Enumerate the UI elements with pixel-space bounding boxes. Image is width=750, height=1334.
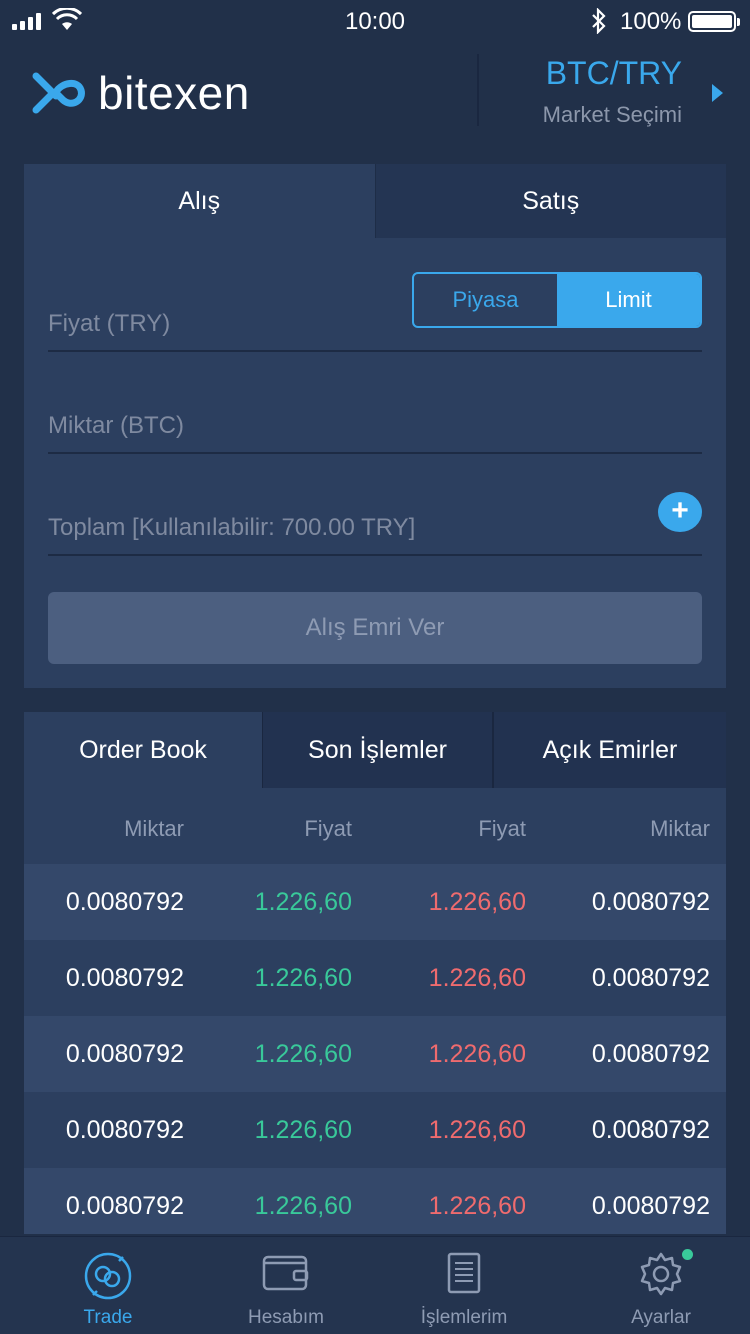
ask-amount: 0.0080792: [591, 964, 710, 992]
tab-recent-trades[interactable]: Son İşlemler: [262, 712, 492, 788]
header-divider: [477, 54, 479, 126]
column-ask-amount: Miktar: [650, 816, 710, 841]
bid-price: 1.226,60: [254, 964, 352, 992]
ask-price: 1.226,60: [428, 1192, 526, 1220]
order-book-row[interactable]: 0.0080792 1.226,60 1.226,60 0.0080792: [24, 1168, 726, 1234]
bid-price: 1.226,60: [254, 1192, 352, 1220]
bid-amount: 0.0080792: [65, 1040, 184, 1068]
battery-icon: [688, 11, 740, 32]
order-book-tabs: Order Book Son İşlemler Açık Emirler: [24, 712, 726, 788]
order-form: Alış Satış Piyasa Limit Fiyat (TRY) Mikt…: [24, 164, 726, 688]
bitexen-logo-icon: [32, 72, 85, 114]
place-buy-order-button[interactable]: Alış Emri Ver: [48, 592, 702, 664]
app-screen: 10:00 100% bitexen BTC/TRY Market Seçimi…: [0, 0, 750, 1334]
tab-account-label: Hesabım: [247, 1307, 325, 1328]
buy-sell-tabs: Alış Satış: [24, 164, 726, 238]
notification-badge: [682, 1249, 693, 1260]
ask-amount: 0.0080792: [591, 1192, 710, 1220]
ask-amount: 0.0080792: [591, 1040, 710, 1068]
chevron-right-icon[interactable]: [712, 84, 723, 102]
amount-placeholder: Miktar (BTC): [48, 412, 184, 439]
status-bar: 10:00 100%: [0, 0, 750, 42]
brand-name: bitexen: [98, 67, 250, 119]
order-book-row[interactable]: 0.0080792 1.226,60 1.226,60 0.0080792: [24, 1092, 726, 1168]
plus-icon[interactable]: +: [658, 492, 702, 532]
ask-price: 1.226,60: [428, 1040, 526, 1068]
order-book-row[interactable]: 0.0080792 1.226,60 1.226,60 0.0080792: [24, 940, 726, 1016]
order-book-header: Miktar Fiyat Fiyat Miktar: [24, 788, 726, 864]
bottom-tab-bar: Trade Hesabım İşlemlerim Ayarlar: [0, 1236, 750, 1334]
bid-price: 1.226,60: [254, 1116, 352, 1144]
ask-amount: 0.0080792: [591, 1116, 710, 1144]
gear-icon: [640, 1252, 682, 1296]
order-book-panel: Order Book Son İşlemler Açık Emirler Mik…: [24, 712, 726, 1234]
tab-trade[interactable]: Trade: [0, 1237, 216, 1334]
ask-amount: 0.0080792: [591, 888, 710, 916]
order-book-row[interactable]: 0.0080792 1.226,60 1.226,60 0.0080792: [24, 864, 726, 940]
bid-amount: 0.0080792: [65, 1192, 184, 1220]
app-header: bitexen BTC/TRY Market Seçimi: [0, 48, 750, 134]
tab-trade-label: Trade: [83, 1307, 133, 1328]
tab-settings[interactable]: Ayarlar: [572, 1237, 750, 1334]
amount-field[interactable]: Miktar (BTC): [48, 370, 702, 454]
tab-open-orders[interactable]: Açık Emirler: [492, 712, 726, 788]
tab-settings-label: Ayarlar: [631, 1307, 691, 1328]
tab-account[interactable]: Hesabım: [216, 1237, 356, 1334]
market-selection-label[interactable]: Market Seçimi: [543, 102, 682, 128]
bid-price: 1.226,60: [254, 888, 352, 916]
tab-order-book[interactable]: Order Book: [24, 712, 262, 788]
tab-transactions-label: İşlemlerim: [420, 1307, 508, 1328]
document-icon: [447, 1252, 481, 1294]
wallet-icon: [262, 1255, 309, 1291]
trade-icon: [84, 1252, 132, 1300]
ask-price: 1.226,60: [428, 1116, 526, 1144]
total-field[interactable]: Toplam [Kullanılabilir: 700.00 TRY]: [48, 472, 702, 556]
bid-amount: 0.0080792: [65, 888, 184, 916]
ask-price: 1.226,60: [428, 964, 526, 992]
tab-sell[interactable]: Satış: [374, 164, 726, 238]
column-bid-price: Fiyat: [304, 816, 352, 841]
order-book-row[interactable]: 0.0080792 1.226,60 1.226,60 0.0080792: [24, 1016, 726, 1092]
bid-amount: 0.0080792: [65, 1116, 184, 1144]
price-placeholder: Fiyat (TRY): [48, 310, 171, 337]
column-ask-price: Fiyat: [478, 816, 526, 841]
price-field[interactable]: Fiyat (TRY): [48, 268, 702, 352]
market-selector[interactable]: BTC/TRY Market Seçimi: [543, 54, 682, 128]
ask-price: 1.226,60: [428, 888, 526, 916]
battery-percent: 100%: [620, 8, 682, 35]
tab-buy[interactable]: Alış: [24, 164, 375, 238]
tab-transactions[interactable]: İşlemlerim: [356, 1237, 572, 1334]
bid-amount: 0.0080792: [65, 964, 184, 992]
bluetooth-icon: [592, 8, 606, 34]
total-placeholder: Toplam [Kullanılabilir: 700.00 TRY]: [48, 514, 416, 541]
brand-logo: bitexen: [32, 66, 250, 120]
market-pair[interactable]: BTC/TRY: [543, 54, 682, 92]
column-bid-amount: Miktar: [124, 816, 184, 841]
bid-price: 1.226,60: [254, 1040, 352, 1068]
